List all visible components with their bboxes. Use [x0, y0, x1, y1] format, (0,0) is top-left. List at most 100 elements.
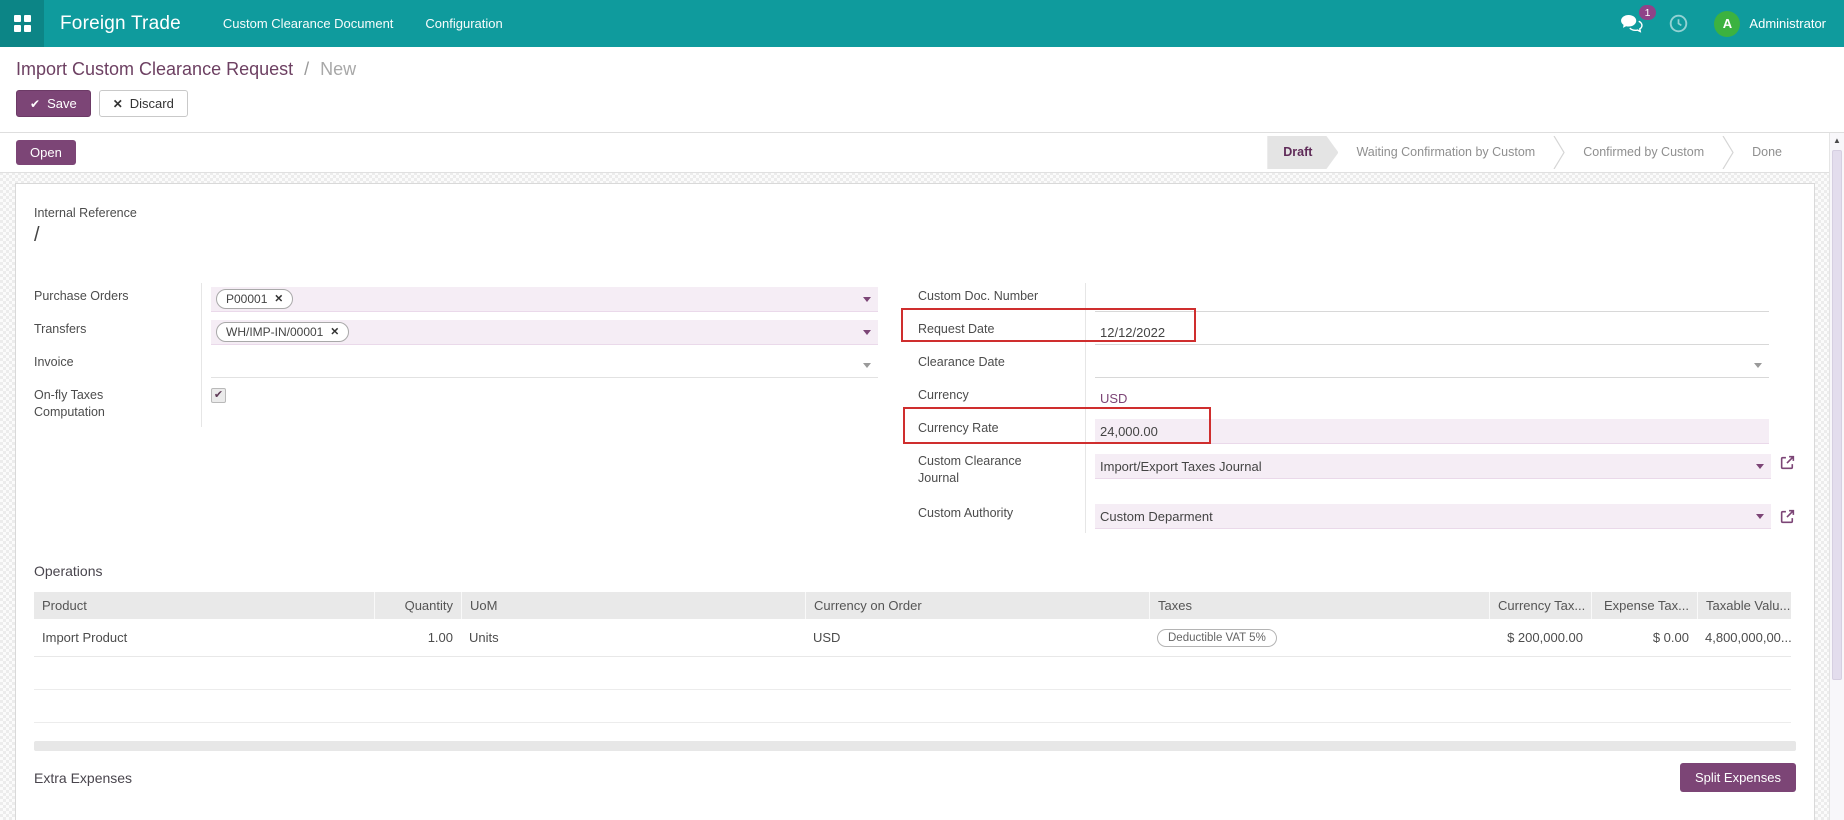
save-button[interactable]: ✔ Save: [16, 90, 91, 117]
breadcrumb: Import Custom Clearance Request / New: [16, 59, 1828, 80]
open-button[interactable]: Open: [16, 140, 76, 165]
custom-clearance-journal-row: Custom Clearance Journal Import/Export T…: [918, 448, 1796, 500]
activities-clock-icon[interactable]: [1669, 14, 1688, 33]
tag-p00001[interactable]: P00001 ✕: [216, 289, 293, 309]
left-field-column: Purchase Orders P00001 ✕ Transfers: [34, 283, 878, 533]
custom-authority-label: Custom Authority: [918, 500, 1085, 533]
avatar: A: [1714, 11, 1740, 37]
horizontal-scrollbar[interactable]: [34, 741, 1796, 751]
dropdown-caret-icon[interactable]: [863, 330, 871, 335]
custom-authority-row: Custom Authority Custom Deparment: [918, 500, 1796, 533]
custom-authority-input[interactable]: Custom Deparment: [1095, 504, 1771, 529]
cell-taxable-value[interactable]: 4,800,000,00...: [1697, 624, 1791, 651]
split-expenses-button[interactable]: Split Expenses: [1680, 763, 1796, 792]
currency-value-link[interactable]: USD: [1095, 391, 1127, 406]
apps-menu-icon[interactable]: [0, 0, 44, 47]
cell-currency-tax[interactable]: $ 200,000.00: [1489, 624, 1591, 651]
dropdown-caret-icon[interactable]: [1756, 464, 1764, 469]
user-name: Administrator: [1749, 16, 1826, 31]
tag-wh-imp-in[interactable]: WH/IMP-IN/00001 ✕: [216, 322, 349, 342]
form-sheet: Internal Reference / Purchase Orders P00…: [15, 183, 1815, 820]
invoice-input[interactable]: [211, 353, 878, 378]
currency-row: Currency USD: [918, 382, 1796, 415]
cell-uom[interactable]: Units: [461, 624, 805, 651]
custom-doc-number-row: Custom Doc. Number: [918, 283, 1796, 316]
control-panel: Import Custom Clearance Request / New ✔ …: [0, 47, 1844, 133]
messages-badge: 1: [1639, 5, 1657, 20]
stage-waiting-confirmation[interactable]: Waiting Confirmation by Custom: [1338, 136, 1553, 169]
custom-doc-number-label: Custom Doc. Number: [918, 283, 1085, 316]
menu-configuration[interactable]: Configuration: [425, 16, 502, 31]
external-link-icon[interactable]: [1779, 508, 1796, 525]
field-grid: Purchase Orders P00001 ✕ Transfers: [34, 283, 1796, 533]
request-date-row: Request Date 12/12/2022: [918, 316, 1796, 349]
dropdown-caret-icon[interactable]: [1754, 363, 1762, 368]
cell-expense-tax[interactable]: $ 0.00: [1591, 624, 1697, 651]
invoice-row: Invoice: [34, 349, 878, 382]
remove-tag-icon[interactable]: ✕: [274, 293, 283, 305]
app-brand[interactable]: Foreign Trade: [60, 13, 181, 35]
currency-rate-row: Currency Rate 24,000.00: [918, 415, 1796, 448]
col-taxes[interactable]: Taxes: [1149, 592, 1489, 619]
remove-tag-icon[interactable]: ✕: [330, 326, 339, 338]
breadcrumb-current: New: [320, 59, 356, 79]
operations-table: Product Quantity UoM Currency on Order T…: [34, 592, 1791, 723]
clearance-date-label: Clearance Date: [918, 349, 1085, 382]
operations-header-row: Product Quantity UoM Currency on Order T…: [34, 592, 1791, 619]
internal-reference-value: /: [34, 224, 1796, 247]
stage-draft[interactable]: Draft: [1267, 136, 1338, 169]
stage-confirmed[interactable]: Confirmed by Custom: [1565, 136, 1722, 169]
breadcrumb-parent-link[interactable]: Import Custom Clearance Request: [16, 59, 293, 79]
col-expense-tax[interactable]: Expense Tax...: [1591, 592, 1697, 619]
cell-currency-on-order[interactable]: USD: [805, 624, 1149, 651]
user-menu[interactable]: A Administrator: [1714, 11, 1826, 37]
external-link-icon[interactable]: [1779, 454, 1796, 471]
stage-done[interactable]: Done: [1734, 136, 1800, 169]
currency-rate-label: Currency Rate: [918, 415, 1085, 448]
currency-label: Currency: [918, 382, 1085, 415]
scrollbar-thumb[interactable]: [1832, 150, 1842, 680]
internal-reference-label: Internal Reference: [34, 206, 1796, 220]
col-product[interactable]: Product: [34, 592, 374, 619]
vertical-scrollbar[interactable]: ▲: [1829, 133, 1844, 820]
invoice-label: Invoice: [34, 349, 201, 382]
messages-icon[interactable]: 1: [1620, 14, 1643, 33]
check-icon: ✔: [30, 97, 40, 111]
tax-pill[interactable]: Deductible VAT 5%: [1157, 629, 1277, 647]
form-view-area: Open Draft Waiting Confirmation by Custo…: [0, 133, 1844, 820]
clearance-date-input[interactable]: [1095, 353, 1769, 378]
onfly-taxes-row: On-fly Taxes Computation ✔: [34, 382, 878, 427]
extra-expenses-section: Extra Expenses Split Expenses: [34, 763, 1796, 792]
cell-product[interactable]: Import Product: [34, 624, 374, 651]
col-quantity[interactable]: Quantity: [374, 592, 461, 619]
col-currency-tax[interactable]: Currency Tax...: [1489, 592, 1591, 619]
request-date-label: Request Date: [918, 316, 1085, 349]
close-icon: ✕: [113, 97, 123, 111]
cell-quantity[interactable]: 1.00: [374, 624, 461, 651]
custom-clearance-journal-label: Custom Clearance Journal: [918, 448, 1085, 500]
dropdown-caret-icon[interactable]: [863, 363, 871, 368]
dropdown-caret-icon[interactable]: [863, 297, 871, 302]
onfly-taxes-checkbox[interactable]: ✔: [211, 388, 226, 403]
col-uom[interactable]: UoM: [461, 592, 805, 619]
purchase-orders-input[interactable]: P00001 ✕: [211, 287, 878, 312]
menu-custom-clearance-document[interactable]: Custom Clearance Document: [223, 16, 394, 31]
chevron-right-icon: [1553, 136, 1565, 169]
col-currency-on-order[interactable]: Currency on Order: [805, 592, 1149, 619]
operations-row[interactable]: Import Product 1.00 Units USD Deductible…: [34, 619, 1791, 657]
operations-title: Operations: [34, 563, 1796, 579]
cell-taxes[interactable]: Deductible VAT 5%: [1149, 623, 1489, 653]
custom-clearance-journal-input[interactable]: Import/Export Taxes Journal: [1095, 454, 1771, 479]
discard-button[interactable]: ✕ Discard: [99, 90, 188, 117]
empty-table-row[interactable]: [34, 690, 1791, 723]
col-taxable-value[interactable]: Taxable Valu...: [1697, 592, 1791, 619]
empty-table-row[interactable]: [34, 657, 1791, 690]
scroll-up-arrow-icon[interactable]: ▲: [1830, 133, 1844, 148]
currency-rate-input[interactable]: 24,000.00: [1095, 419, 1769, 444]
transfers-input[interactable]: WH/IMP-IN/00001 ✕: [211, 320, 878, 345]
request-date-input[interactable]: 12/12/2022: [1095, 320, 1769, 345]
custom-doc-number-input[interactable]: [1095, 287, 1769, 312]
checkmark-icon: ✔: [214, 390, 223, 401]
transfers-row: Transfers WH/IMP-IN/00001 ✕: [34, 316, 878, 349]
dropdown-caret-icon[interactable]: [1756, 514, 1764, 519]
